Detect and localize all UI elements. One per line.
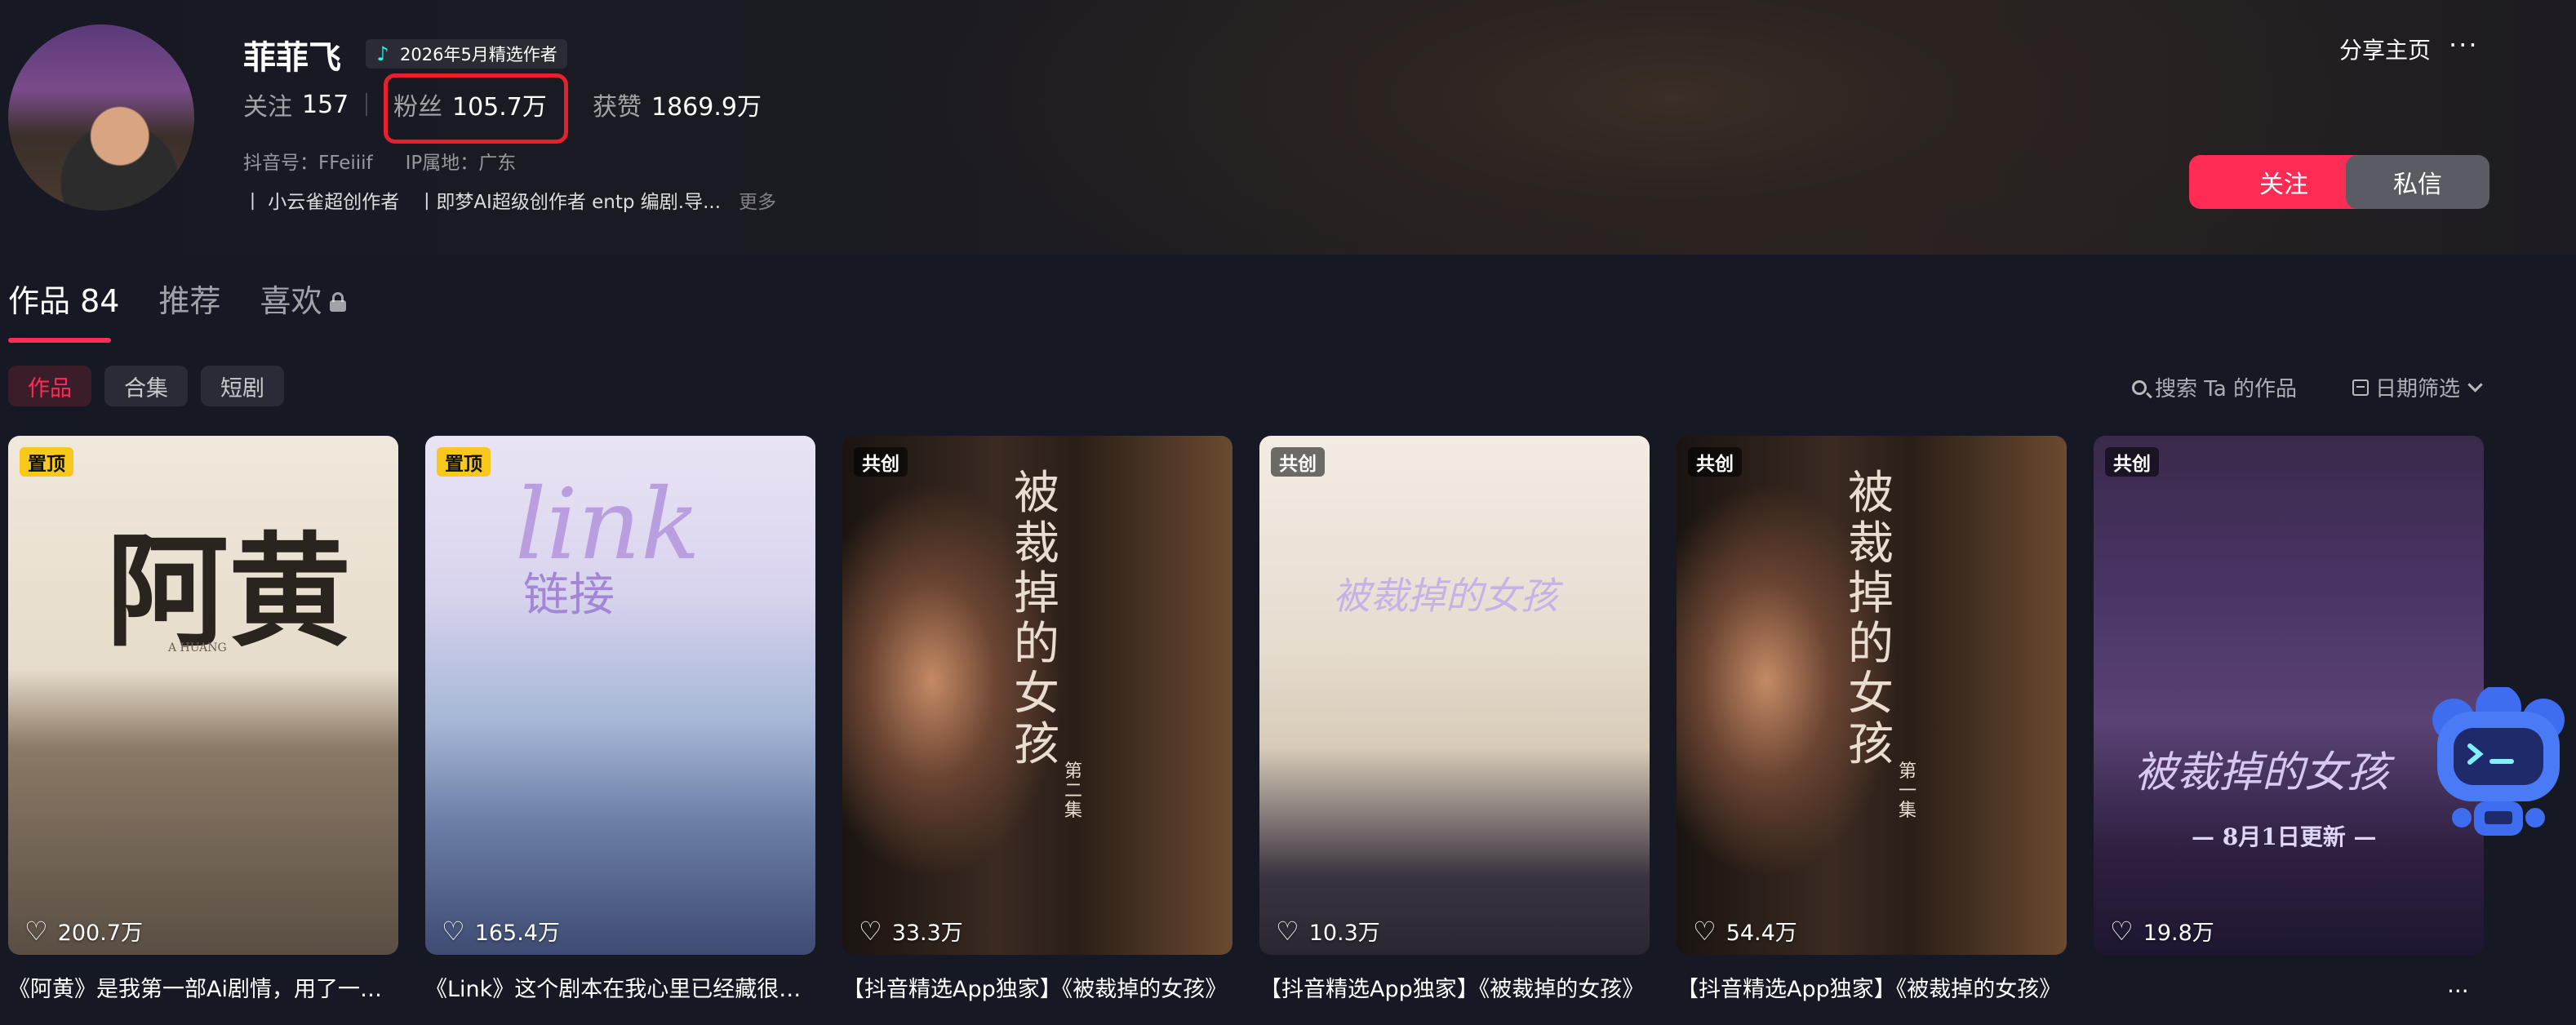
stat-divider <box>366 93 367 116</box>
tab-works[interactable]: 作品 84 <box>8 276 119 321</box>
douyin-logo-icon: ♪ <box>376 42 389 65</box>
video-caption[interactable]: 【抖音精选App独家】《被裁掉的女孩》 <box>1677 971 2067 1003</box>
like-count-value: 10.3万 <box>1308 921 1380 946</box>
poster-subtitle: 第一集 <box>1899 761 1917 822</box>
pinned-badge: 置顶 <box>20 447 73 477</box>
profile-name: 菲菲飞 <box>243 39 341 77</box>
likes-stat[interactable]: 获赞 1869.9万 <box>593 87 762 122</box>
more-options-icon[interactable]: ... <box>2447 971 2469 998</box>
video-card[interactable]: 被裁掉的女孩 第一集 共创 ♡ 54.4万 <box>1677 436 2067 955</box>
lock-icon <box>330 291 347 312</box>
heart-icon: ♡ <box>1276 915 1299 947</box>
poster-title: 阿黄 <box>106 520 352 663</box>
more-options-icon[interactable]: ··· <box>2449 29 2479 60</box>
like-count-value: 200.7万 <box>57 921 143 946</box>
poster-title: 被裁掉的女孩 <box>1848 467 1894 771</box>
video-caption[interactable]: 《Link》这个剧本在我心里已经藏很久了 <box>425 971 815 1003</box>
heart-icon: ♡ <box>24 915 48 947</box>
like-count: ♡ 10.3万 <box>1276 915 1380 947</box>
pinned-badge: 置顶 <box>437 447 491 477</box>
like-count-value: 33.3万 <box>891 921 963 946</box>
poster-title: 被裁掉的女孩 <box>1014 467 1059 771</box>
video-card[interactable]: 阿黄 A HUANG 置顶 ♡ 200.7万 <box>8 436 398 955</box>
chevron-down-icon <box>2467 377 2483 393</box>
search-works-button[interactable]: 搜索 Ta 的作品 <box>2132 372 2297 402</box>
poster-subtitle: 链接 <box>523 569 615 622</box>
tab-liked[interactable]: 喜欢 <box>260 276 347 321</box>
video-caption[interactable]: 《阿黄》是我第一部Ai剧情，用了一个月时间制作 <box>8 971 398 1003</box>
chip-works[interactable]: 作品 <box>8 366 91 406</box>
co-creation-badge: 共创 <box>1688 447 1742 477</box>
likes-label: 获赞 <box>593 93 642 122</box>
filter-chips: 作品 合集 短剧 <box>8 366 284 406</box>
heart-icon: ♡ <box>2110 915 2134 947</box>
bio-more-link[interactable]: 更多 <box>739 186 776 214</box>
co-creation-badge: 共创 <box>1271 447 1325 477</box>
bio-line: 丨即梦AI超级创作者 entp 编剧.导... <box>417 192 722 213</box>
like-count: ♡ 19.8万 <box>2110 915 2214 947</box>
calendar-icon <box>2352 379 2369 396</box>
heart-icon: ♡ <box>1693 915 1717 947</box>
active-tab-indicator <box>8 338 111 343</box>
assistant-robot-icon[interactable] <box>2429 687 2568 850</box>
followers-highlight-box <box>384 73 568 144</box>
like-count-value: 165.4万 <box>474 921 560 946</box>
featured-author-badge[interactable]: ♪ 2026年5月精选作者 <box>366 39 567 69</box>
search-label: 搜索 Ta 的作品 <box>2155 377 2298 402</box>
date-filter-label: 日期筛选 <box>2375 377 2461 402</box>
share-profile-button[interactable]: 分享主页 <box>2339 33 2431 65</box>
search-icon <box>2132 379 2147 395</box>
like-count: ♡ 200.7万 <box>24 915 143 947</box>
profile-meta: 抖音号：FFeiiif IP属地：广东 <box>243 147 516 175</box>
date-filter-dropdown[interactable]: 日期筛选 <box>2352 372 2483 402</box>
bio-line: 丨 小云雀超创作者 <box>243 192 400 213</box>
poster-subtitle: 第二集 <box>1064 761 1083 822</box>
ip-location: IP属地：广东 <box>405 153 517 174</box>
douyin-id: 抖音号：FFeiiif <box>243 153 373 174</box>
following-label: 关注 <box>243 93 292 122</box>
like-count-value: 54.4万 <box>1725 921 1797 946</box>
like-count: ♡ 165.4万 <box>442 915 560 947</box>
tab-recommended[interactable]: 推荐 <box>158 276 220 321</box>
video-caption[interactable]: 【抖音精选App独家】《被裁掉的女孩》 <box>842 971 1232 1003</box>
badge-label: 2026年5月精选作者 <box>400 45 557 64</box>
tab-liked-label: 喜欢 <box>260 283 322 319</box>
profile-tabs: 作品 84 推荐 喜欢 <box>8 276 347 321</box>
like-count-value: 19.8万 <box>2143 921 2214 946</box>
like-count: ♡ 33.3万 <box>859 915 963 947</box>
heart-icon: ♡ <box>442 915 465 947</box>
following-stat[interactable]: 关注 157 <box>243 87 349 122</box>
co-creation-badge: 共创 <box>2105 447 2159 477</box>
like-count: ♡ 54.4万 <box>1693 915 1797 947</box>
poster-subtitle: A HUANG <box>168 641 227 654</box>
video-card[interactable]: link 链接 置顶 ♡ 165.4万 <box>425 436 815 955</box>
video-card[interactable]: 被裁掉的女孩 共创 ♡ 10.3万 <box>1259 436 1650 955</box>
video-card[interactable]: 被裁掉的女孩 — 8月1日更新 — 共创 ♡ 19.8万 <box>2094 436 2484 955</box>
avatar[interactable] <box>8 24 194 211</box>
co-creation-badge: 共创 <box>854 447 908 477</box>
heart-icon: ♡ <box>859 915 882 947</box>
video-card[interactable]: 被裁掉的女孩 第二集 共创 ♡ 33.3万 <box>842 436 1232 955</box>
message-button[interactable]: 私信 <box>2346 155 2489 209</box>
chip-collections[interactable]: 合集 <box>104 366 188 406</box>
chip-short-dramas[interactable]: 短剧 <box>201 366 284 406</box>
video-caption[interactable]: 【抖音精选App独家】《被裁掉的女孩》 <box>1259 971 1650 1003</box>
poster-title: 被裁掉的女孩 <box>2134 748 2390 797</box>
poster-title: 被裁掉的女孩 <box>1333 574 1558 618</box>
profile-bio: 丨 小云雀超创作者 丨即梦AI超级创作者 entp 编剧.导... 更多 <box>243 186 776 214</box>
likes-count: 1869.9万 <box>651 93 762 122</box>
following-count: 157 <box>302 90 349 119</box>
poster-subtitle: — 8月1日更新 — <box>2192 823 2377 850</box>
